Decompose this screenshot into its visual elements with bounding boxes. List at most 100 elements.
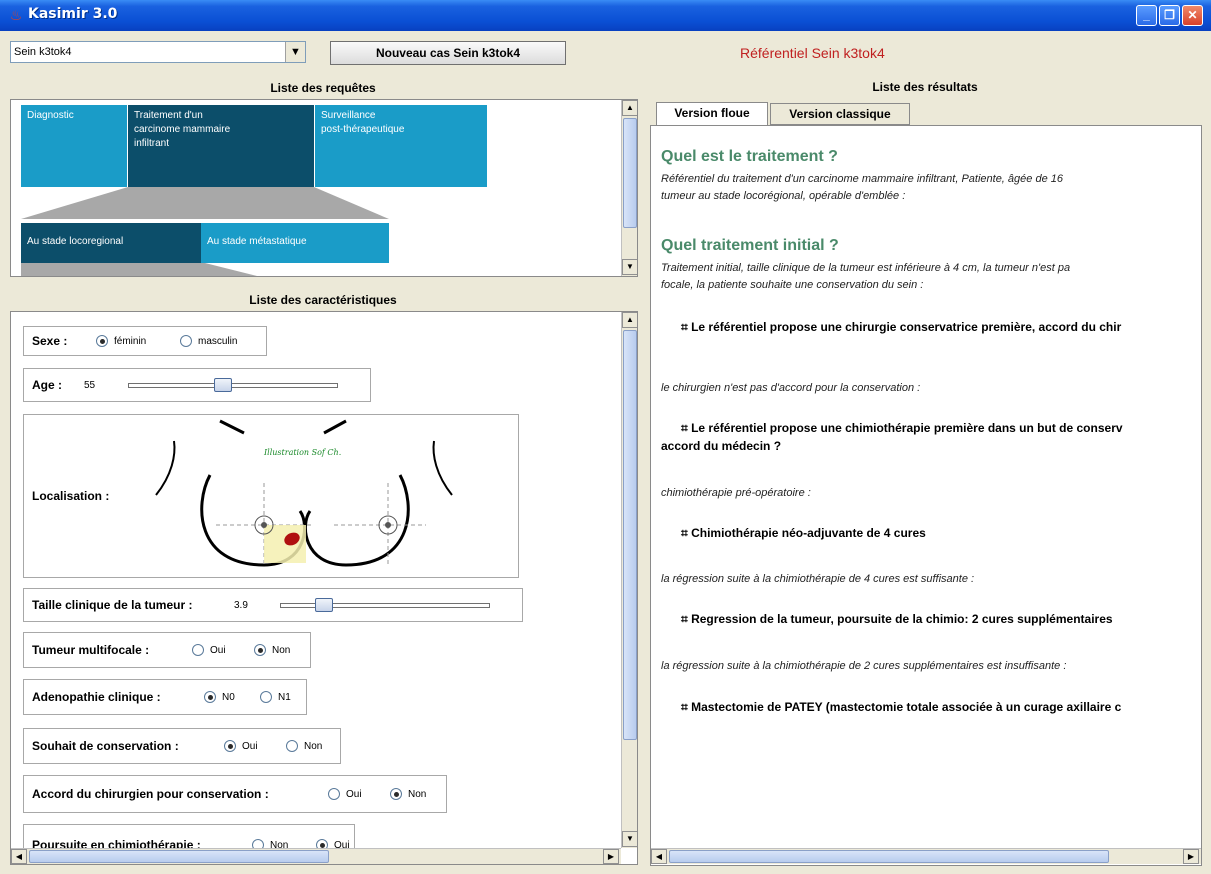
sexe-field: Sexe : féminin masculin [23,326,267,356]
taille-value: 3.9 [234,600,248,611]
request-treatment[interactable]: Traitement d'un carcinome mammaire infil… [128,105,314,187]
souhait-field: Souhait de conservation : Oui Non [23,728,341,764]
result-text: Traitement initial, taille clinique de l… [661,262,1071,274]
result-condition: la régression suite à la chimiothérapie … [661,660,1067,672]
result-recommendation: ⌗ Mastectomie de PATEY (mastectomie tota… [681,700,1122,714]
souhait-label: Souhait de conservation : [32,739,179,753]
request-diagnostic[interactable]: Diagnostic [21,105,127,187]
adenopathie-n1-label: N1 [278,692,291,703]
diagram-caption: Illustration Sof Ch. [263,448,341,457]
characteristics-hscrollbar[interactable]: ◀ ▶ [11,848,621,864]
minimize-button[interactable]: _ [1136,5,1157,26]
multifocale-oui-radio[interactable] [192,644,204,656]
souhait-non-radio[interactable] [286,740,298,752]
referential-title: Référentiel Sein k3tok4 [740,45,885,61]
case-select[interactable]: Sein k3tok4 ▼ [10,41,306,63]
result-text: focale, la patiente souhaite une conserv… [661,279,924,291]
age-slider-thumb[interactable] [214,378,233,392]
scroll-down-icon[interactable]: ▼ [622,831,637,847]
result-condition: chimiothérapie pré-opératoire : [661,487,811,499]
scroll-thumb[interactable] [29,850,329,863]
scroll-down-icon[interactable]: ▼ [622,259,637,275]
scroll-up-icon[interactable]: ▲ [622,100,637,116]
chevron-down-icon[interactable]: ▼ [285,42,305,62]
multifocale-field: Tumeur multifocale : Oui Non [23,632,311,668]
souhait-oui-label: Oui [242,741,258,752]
taille-label: Taille clinique de la tumeur : [32,598,193,612]
age-slider-track[interactable] [128,383,338,388]
new-case-button[interactable]: Nouveau cas Sein k3tok4 [330,41,566,65]
close-button[interactable]: ✕ [1182,5,1203,26]
requests-tree: Diagnostic Traitement d'un carcinome mam… [10,99,638,277]
taille-slider-thumb[interactable] [314,598,333,612]
results-hscrollbar[interactable]: ◀ ▶ [651,848,1201,864]
result-question-1: Quel est le traitement ? [661,148,838,165]
adenopathie-n1-radio[interactable] [260,691,272,703]
accord-oui-radio[interactable] [328,788,340,800]
accord-non-radio[interactable] [390,788,402,800]
title-bar[interactable]: ♨ Kasimir 3.0 _ ❐ ✕ [0,0,1211,31]
request-surveillance[interactable]: Surveillance post-thérapeutique [315,105,487,187]
multifocale-non-radio[interactable] [254,644,266,656]
souhait-oui-radio[interactable] [224,740,236,752]
adenopathie-n0-radio[interactable] [204,691,216,703]
sexe-feminin-label: féminin [114,336,147,347]
localisation-field: Localisation : Illustration Sof Ch. [23,414,519,578]
adenopathie-label: Adenopathie clinique : [32,690,161,704]
window-title: Kasimir 3.0 [28,6,118,22]
sexe-masculin-radio[interactable] [180,335,192,347]
taille-field: Taille clinique de la tumeur : 3.9 [23,588,523,622]
request-metastatic[interactable]: Au stade métastatique [201,223,389,263]
result-condition: la régression suite à la chimiothérapie … [661,573,975,585]
result-condition: le chirurgien n'est pas d'accord pour la… [661,382,921,394]
result-question-2: Quel traitement initial ? [661,237,839,254]
characteristics-panel-title: Liste des caractéristiques [249,293,397,307]
sexe-feminin-radio[interactable] [96,335,108,347]
age-field: Age : 55 [23,368,371,402]
characteristics-list: Sexe : féminin masculin Age : 55 Localis… [10,311,638,865]
tab-version-classique[interactable]: Version classique [770,103,910,125]
scroll-thumb[interactable] [623,118,637,228]
accord-oui-label: Oui [346,789,362,800]
result-recommendation: ⌗ Le référentiel propose une chimiothéra… [681,421,1123,435]
results-content: Quel est le traitement ? Référentiel du … [650,125,1202,866]
result-recommendation: ⌗ Regression de la tumeur, poursuite de … [681,612,1113,626]
result-recommendation: accord du médecin ? [661,439,782,453]
accord-non-label: Non [408,789,427,800]
result-text: Référentiel du traitement d'un carcinome… [661,173,1063,185]
adenopathie-n0-label: N0 [222,692,235,703]
sexe-label: Sexe : [32,334,68,348]
app-window: ♨ Kasimir 3.0 _ ❐ ✕ Sein k3tok4 ▼ Nouvea… [0,0,1211,874]
tab-version-floue[interactable]: Version floue [656,102,768,126]
localisation-label: Localisation : [32,489,110,503]
result-recommendation: ⌗ Le référentiel propose une chirurgie c… [681,320,1122,334]
result-recommendation: ⌗ Chimiothérapie néo-adjuvante de 4 cure… [681,526,926,540]
case-select-value: Sein k3tok4 [14,46,72,58]
breast-diagram[interactable]: Illustration Sof Ch. [134,415,474,577]
souhait-non-label: Non [304,741,323,752]
multifocale-label: Tumeur multifocale : [32,643,150,657]
age-value: 55 [84,380,96,391]
age-label: Age : [32,378,62,392]
scroll-up-icon[interactable]: ▲ [622,312,637,328]
result-text: tumeur au stade locorégional, opérable d… [661,190,906,202]
maximize-button[interactable]: ❐ [1159,5,1180,26]
request-locoregional[interactable]: Au stade locoregional [21,223,201,263]
adenopathie-field: Adenopathie clinique : N0 N1 [23,679,307,715]
scroll-thumb[interactable] [669,850,1109,863]
requests-panel-title: Liste des requêtes [270,81,376,95]
sexe-masculin-label: masculin [198,336,238,347]
scroll-left-icon[interactable]: ◀ [651,849,667,864]
scroll-left-icon[interactable]: ◀ [11,849,27,864]
accord-field: Accord du chirurgien pour conservation :… [23,775,447,813]
results-panel-title: Liste des résultats [872,80,978,94]
scroll-thumb[interactable] [623,330,637,740]
characteristics-scrollbar[interactable]: ▲ ▼ [621,312,637,848]
java-cup-icon: ♨ [9,7,23,23]
taille-slider-track[interactable] [280,603,490,608]
accord-label: Accord du chirurgien pour conservation : [32,787,269,801]
scroll-right-icon[interactable]: ▶ [603,849,619,864]
requests-scrollbar[interactable]: ▲ ▼ [621,100,637,276]
scroll-right-icon[interactable]: ▶ [1183,849,1199,864]
multifocale-oui-label: Oui [210,645,226,656]
